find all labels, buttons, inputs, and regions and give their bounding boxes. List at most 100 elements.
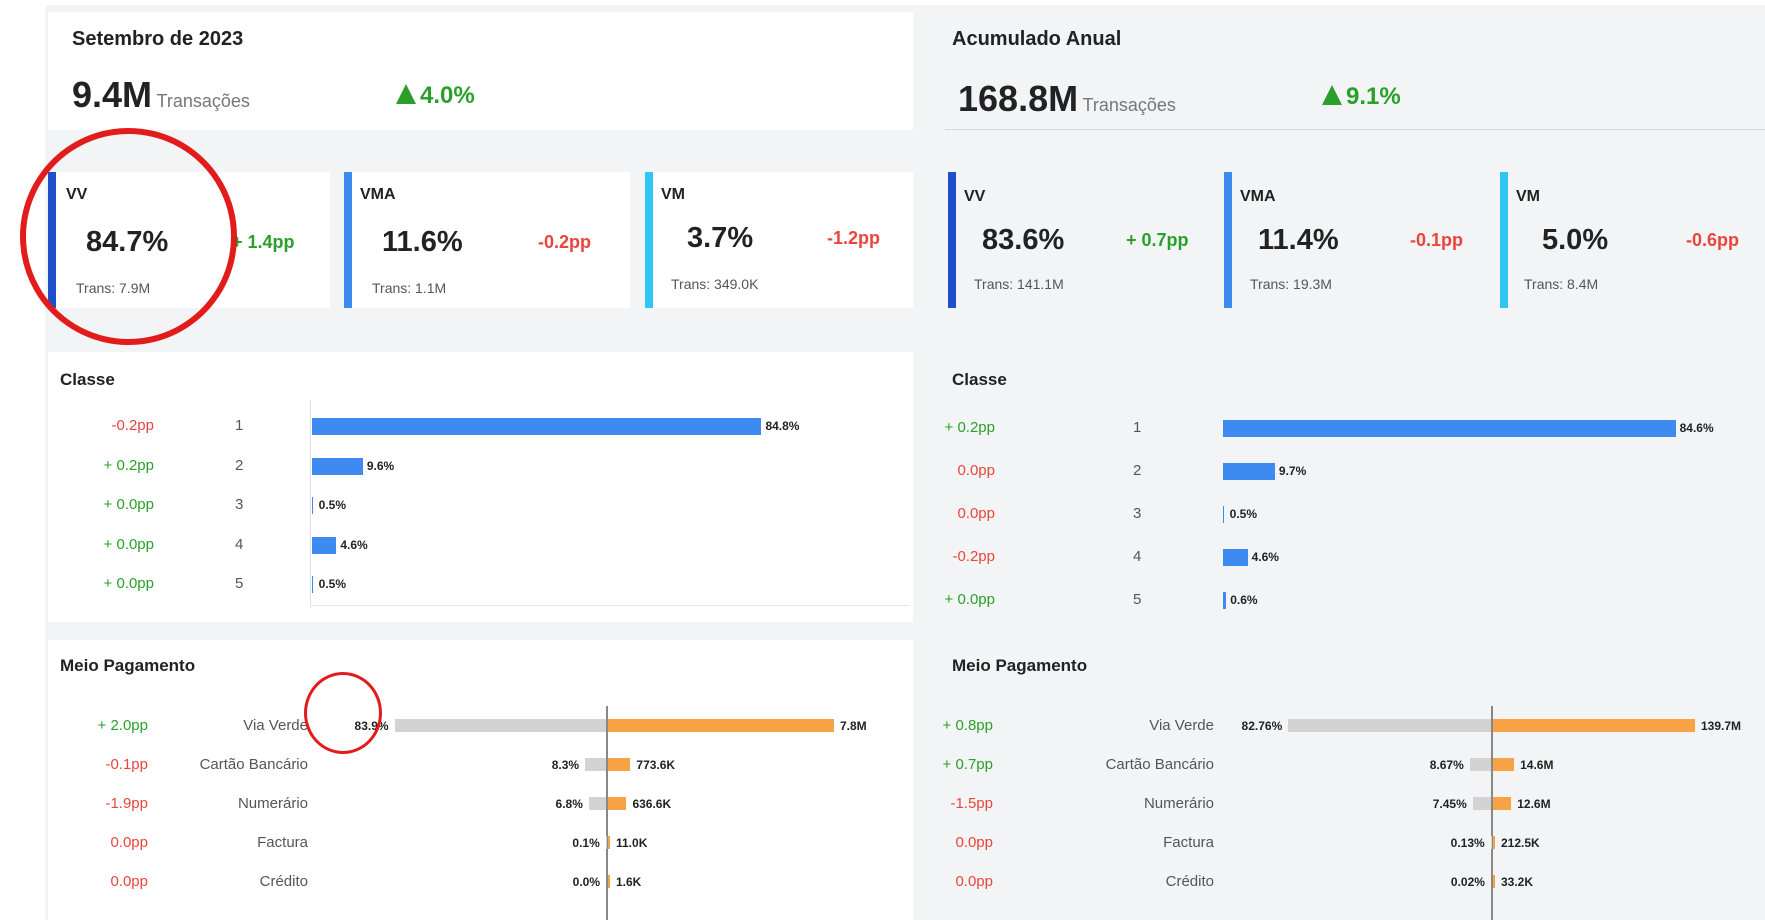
meio-abs-bar: [608, 836, 610, 849]
meio-pct-value: 8.3%: [551, 758, 580, 772]
monthly-classe-panel: Classe -0.2pp 1 84.8% + 0.2pp 2 9.6% + 0.0pp 3 0…: [48, 352, 913, 622]
meio-row-delta: -1.5pp: [950, 795, 993, 812]
monthly-total: 9.4M Transações: [72, 74, 250, 116]
meio-abs-bar: [608, 797, 627, 810]
highlight-ring: [304, 672, 382, 754]
meio-row-delta: 0.0pp: [955, 873, 993, 890]
meio-abs-value: 212.5K: [1501, 836, 1540, 850]
card-name: VV: [964, 188, 986, 205]
classe-bar-value: 0.5%: [318, 577, 346, 591]
card-trans: Trans: 1.1M: [372, 280, 447, 296]
annual-divider: [945, 129, 1765, 130]
classe-row-delta: + 0.2pp: [103, 456, 154, 474]
annual-card-vm[interactable]: VM 5.0% -0.6pp Trans: 8.4M: [1500, 172, 1760, 308]
meio-pct-bar: [585, 758, 606, 771]
classe-row-delta: + 0.2pp: [944, 419, 995, 436]
meio-pct-value: 7.45%: [1432, 797, 1467, 811]
meio-row-delta: + 0.8pp: [942, 717, 993, 734]
classe-row-label: 5: [1133, 591, 1142, 608]
card-value: 3.7%: [687, 222, 754, 254]
classe-bar-value: 4.6%: [340, 537, 368, 552]
classe-bar-value: 9.7%: [1278, 464, 1307, 478]
meio-title: Meio Pagamento: [60, 656, 196, 675]
card-color-bar: [948, 172, 956, 308]
meio-abs-bar: [1493, 797, 1512, 810]
meio-row-label: Crédito: [259, 873, 308, 890]
classe-bar: [312, 576, 313, 593]
card-trans: Trans: 8.4M: [1524, 276, 1599, 292]
annual-card-vma[interactable]: VMA 11.4% -0.1pp Trans: 19.3M: [1224, 172, 1474, 308]
classe-row-label: 2: [1133, 462, 1142, 479]
classe-bar: [1223, 549, 1248, 566]
classe-row-delta: -0.2pp: [952, 548, 995, 565]
classe-row-label: 2: [235, 456, 244, 474]
meio-abs-value: 1.6K: [616, 875, 642, 889]
card-color-bar: [645, 172, 653, 308]
meio-abs-bar: [1493, 719, 1695, 732]
meio-abs-bar: [1493, 836, 1495, 849]
meio-row-delta: + 2.0pp: [97, 717, 148, 734]
monthly-total-unit: Transações: [156, 91, 250, 111]
meio-abs-value: 14.6M: [1520, 758, 1554, 772]
card-color-bar: [1500, 172, 1508, 308]
meio-row-label: Cartão Bancário: [1105, 756, 1214, 773]
classe-bar: [1223, 592, 1227, 609]
meio-title: Meio Pagamento: [952, 656, 1088, 675]
meio-pct-value: 8.67%: [1429, 758, 1464, 772]
annual-title: Acumulado Anual: [952, 28, 1122, 50]
classe-bar-value: 0.6%: [1230, 593, 1258, 607]
classe-bar-value: 4.6%: [1251, 550, 1279, 564]
card-trans: Trans: 19.3M: [1250, 276, 1332, 292]
meio-abs-value: 33.2K: [1501, 875, 1534, 889]
meio-abs-value: 7.8M: [840, 719, 867, 733]
meio-row-label: Factura: [257, 834, 308, 851]
meio-pct-value: 6.8%: [555, 797, 583, 811]
card-name: VM: [661, 186, 685, 203]
classe-row-delta: + 0.0pp: [103, 575, 154, 592]
meio-pct-value: 0.0%: [572, 875, 600, 889]
classe-row-delta: 0.0pp: [957, 505, 995, 522]
meio-row-label: Crédito: [1165, 873, 1214, 890]
up-arrow-icon: [396, 84, 416, 104]
classe-row-delta: + 0.0pp: [103, 496, 154, 513]
card-value: 11.6%: [382, 226, 463, 258]
classe-bar: [312, 418, 762, 435]
meio-row-delta: + 0.7pp: [942, 756, 993, 773]
classe-row-delta: + 0.0pp: [103, 535, 154, 553]
classe-row-label: 4: [235, 535, 244, 553]
classe-title: Classe: [60, 370, 115, 389]
annual-card-vv[interactable]: VV 83.6% + 0.7pp Trans: 141.1M: [948, 172, 1198, 308]
classe-bar-value: 84.6%: [1679, 421, 1714, 435]
monthly-card-vm[interactable]: VM 3.7% -1.2pp Trans: 349.0K: [645, 172, 913, 308]
annual-total-delta: 9.1%: [1322, 83, 1401, 111]
monthly-meio-panel: Meio Pagamento + 2.0pp Via Verde 83.9% 7.8M…: [48, 640, 913, 920]
classe-row-label: 1: [235, 417, 244, 434]
classe-baseline: [310, 605, 910, 606]
meio-pct-value: 82.76%: [1241, 719, 1283, 733]
card-trans: Trans: 349.0K: [671, 276, 759, 292]
annual-total: 168.8M Transações: [958, 78, 1176, 120]
meio-row-label: Factura: [1163, 834, 1214, 851]
meio-row-delta: -1.9pp: [105, 795, 148, 812]
monthly-summary-panel: Setembro de 2023 9.4M Transações 4.0%: [48, 12, 913, 130]
annual-total-delta-value: 9.1%: [1346, 83, 1401, 110]
meio-abs-bar: [608, 875, 610, 888]
meio-pct-value: 0.13%: [1450, 836, 1485, 850]
classe-title: Classe: [952, 370, 1007, 389]
classe-row-label: 5: [235, 575, 244, 592]
annual-meio-panel: Meio Pagamento + 0.8pp Via Verde 82.76% 139…: [943, 640, 1765, 920]
meio-abs-value: 773.6K: [636, 758, 676, 772]
card-name: VM: [1516, 188, 1540, 205]
meio-row-label: Via Verde: [243, 717, 308, 734]
meio-abs-bar: [608, 758, 631, 771]
meio-row-delta: 0.0pp: [110, 873, 148, 890]
meio-abs-value: 11.0K: [616, 836, 648, 850]
classe-row-label: 3: [1133, 505, 1142, 522]
card-delta: -0.2pp: [538, 232, 592, 252]
meio-pct-bar: [1469, 758, 1491, 771]
card-name: VMA: [1240, 188, 1276, 205]
meio-row-label: Via Verde: [1149, 717, 1214, 734]
classe-bar: [1223, 463, 1275, 480]
monthly-card-vma[interactable]: VMA 11.6% -0.2pp Trans: 1.1M: [344, 172, 630, 308]
meio-row-delta: 0.0pp: [110, 834, 148, 851]
